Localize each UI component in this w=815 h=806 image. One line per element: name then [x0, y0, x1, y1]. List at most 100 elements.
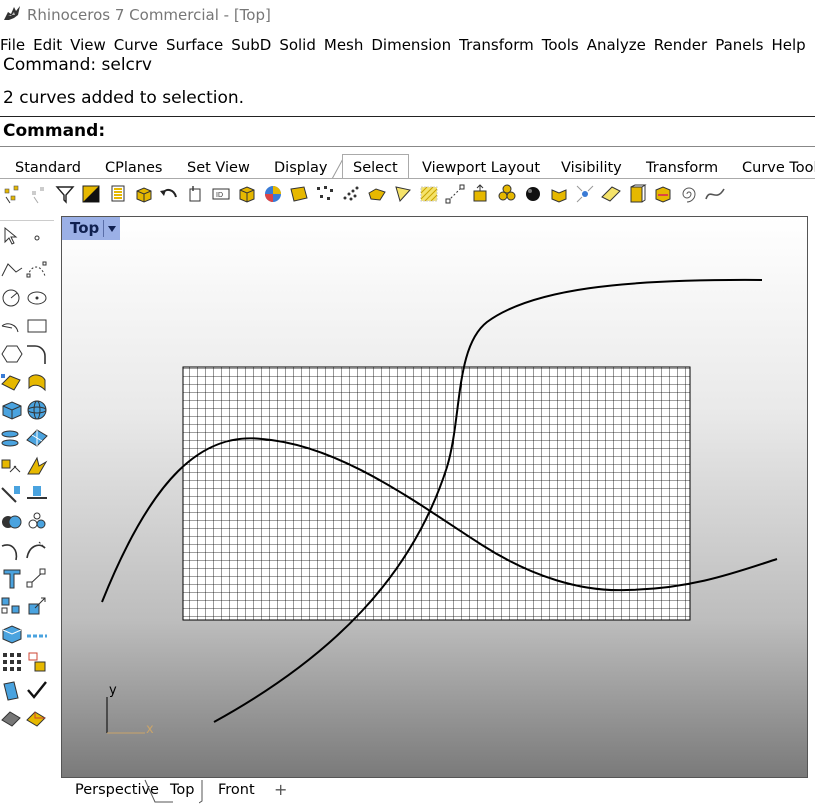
select-point-clouds-icon[interactable] [26, 181, 52, 207]
command-history[interactable]: Command: selcrv 2 curves added to select… [0, 56, 815, 117]
fillet-curves-icon[interactable] [25, 342, 49, 366]
sphere-icon[interactable] [25, 398, 49, 422]
text-icon[interactable] [0, 566, 24, 590]
select-render-objects-icon[interactable] [520, 181, 546, 207]
select-polysurface-faces-icon[interactable] [364, 181, 390, 207]
select-layer-icon[interactable] [104, 181, 130, 207]
viewport-tab-front[interactable]: Front [218, 782, 255, 798]
render-mesh-icon[interactable] [0, 706, 24, 730]
select-curves-icon[interactable] [702, 181, 728, 207]
select-id-icon[interactable]: ID [208, 181, 234, 207]
select-materials-icon[interactable] [650, 181, 676, 207]
menu-panels[interactable]: Panels [711, 34, 767, 56]
circle-icon[interactable] [0, 286, 24, 310]
menu-help[interactable]: Help [767, 34, 809, 56]
select-extrusions-icon[interactable] [624, 181, 650, 207]
pipe-icon[interactable] [0, 678, 24, 702]
tab-standard[interactable]: Standard [15, 155, 81, 179]
select-lights-icon[interactable] [390, 181, 416, 207]
select-cameras-icon[interactable] [572, 181, 598, 207]
select-points-icon[interactable] [0, 181, 26, 207]
select-solids-icon[interactable] [234, 181, 260, 207]
array-icon[interactable] [0, 594, 24, 618]
menu-transform[interactable]: Transform [455, 34, 538, 56]
tab-select[interactable]: Select [342, 154, 409, 179]
transform-gumball-icon[interactable] [0, 454, 24, 478]
select-hatches-icon[interactable] [416, 181, 442, 207]
select-filter-icon[interactable] [52, 181, 78, 207]
menu-tools[interactable]: Tools [538, 34, 583, 56]
tab-viewport-layout[interactable]: Viewport Layout [422, 155, 540, 179]
tab-transform[interactable]: Transform [646, 155, 718, 179]
select-chain-icon[interactable] [676, 181, 702, 207]
select-control-points-icon[interactable] [312, 181, 338, 207]
render-icon[interactable] [25, 706, 49, 730]
tab-cplanes[interactable]: CPlanes [105, 155, 162, 179]
tab-set-view[interactable]: Set View [187, 155, 250, 179]
select-all-icon[interactable] [78, 181, 104, 207]
menu-file[interactable]: File [0, 34, 29, 56]
ellipse-icon[interactable] [25, 286, 49, 310]
scale-icon[interactable] [25, 594, 49, 618]
menu-curve[interactable]: Curve [110, 34, 162, 56]
rectangle-icon[interactable] [25, 314, 49, 338]
tab-display[interactable]: Display [274, 155, 327, 179]
top-viewport[interactable]: y x Top [61, 216, 808, 778]
divider [0, 146, 815, 147]
select-arrow-icon[interactable] [0, 224, 24, 248]
axis-indicator [106, 697, 145, 734]
point-icon[interactable] [25, 224, 49, 248]
viewport-tab-top[interactable]: Top [170, 782, 194, 798]
select-open-polysurfaces-icon[interactable] [546, 181, 572, 207]
extrude-surface-icon[interactable] [25, 370, 49, 394]
viewport-title[interactable]: Top [62, 217, 120, 240]
split-icon[interactable] [25, 482, 49, 506]
select-color-icon[interactable] [260, 181, 286, 207]
select-polysurfaces-icon[interactable] [130, 181, 156, 207]
surface-from-points-icon[interactable] [0, 370, 24, 394]
select-previous-icon[interactable] [156, 181, 182, 207]
cylinder-icon[interactable] [0, 426, 24, 450]
select-planar-surfaces-icon[interactable] [598, 181, 624, 207]
mesh-grid-icon[interactable] [0, 650, 24, 674]
select-groups-icon[interactable] [494, 181, 520, 207]
trim-icon[interactable] [0, 482, 24, 506]
dashed-line-icon[interactable] [25, 622, 49, 646]
axis-x-label: x [146, 722, 154, 737]
menu-render[interactable]: Render [650, 34, 711, 56]
chevron-down-icon[interactable] [108, 226, 116, 232]
box-icon[interactable] [0, 398, 24, 422]
menu-analyze[interactable]: Analyze [583, 34, 650, 56]
select-mesh-vertices-icon[interactable] [338, 181, 364, 207]
menu-edit[interactable]: Edit [29, 34, 66, 56]
mesh-plane-icon[interactable] [25, 426, 49, 450]
dimension-icon[interactable] [25, 566, 49, 590]
join-icon[interactable] [25, 510, 49, 534]
offset-curve-icon[interactable] [25, 538, 49, 562]
arc-icon[interactable] [0, 314, 24, 338]
solid-box-icon[interactable] [0, 622, 24, 646]
tab-visibility[interactable]: Visibility [561, 155, 622, 179]
select-dimensions-icon[interactable] [182, 181, 208, 207]
menu-surface[interactable]: Surface [162, 34, 227, 56]
select-annotation-icon[interactable] [442, 181, 468, 207]
left-toolbar-separator [0, 220, 54, 221]
explode-icon[interactable] [25, 454, 49, 478]
blend-curve-icon[interactable] [0, 538, 24, 562]
boolean-union-icon[interactable] [0, 510, 24, 534]
add-viewport-tab-icon[interactable]: + [274, 780, 287, 799]
command-prompt[interactable]: Command: [3, 121, 105, 141]
menu-mesh[interactable]: Mesh [320, 34, 368, 56]
menu-dimension[interactable]: Dimension [367, 34, 455, 56]
polyline-icon[interactable] [0, 258, 24, 282]
block-instance-icon[interactable] [25, 650, 49, 674]
menu-subd[interactable]: SubD [227, 34, 275, 56]
tab-curve-tools[interactable]: Curve Tools [742, 155, 815, 179]
select-surfaces-icon[interactable] [286, 181, 312, 207]
curve-control-points-icon[interactable] [25, 258, 49, 282]
select-blocks-icon[interactable] [468, 181, 494, 207]
menu-solid[interactable]: Solid [275, 34, 320, 56]
menu-view[interactable]: View [66, 34, 110, 56]
polygon-icon[interactable] [0, 342, 24, 366]
checkmark-icon[interactable] [25, 678, 49, 702]
